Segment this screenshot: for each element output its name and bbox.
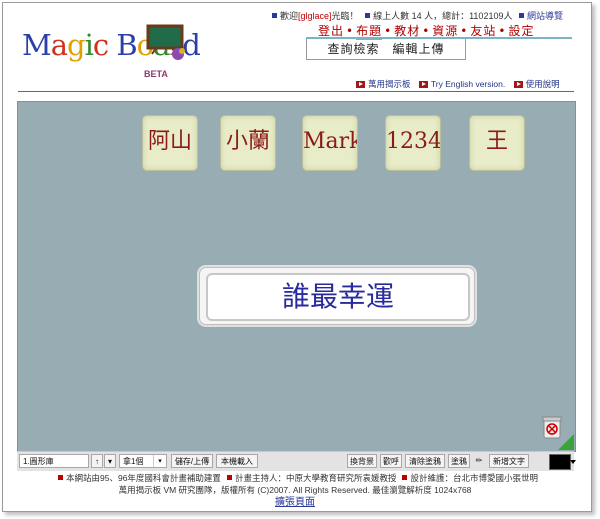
menu-settings[interactable]: 設定 xyxy=(508,24,534,38)
footer: 本網站由95、96年度國科會計畫補助建置 計畫主持人：中原大學教育研究所袁媛教授 設… xyxy=(0,472,590,509)
sub-menu[interactable]: 查詢檢索 編輯上傳 xyxy=(306,39,466,60)
local-load-button[interactable]: 本機載入 xyxy=(216,454,258,468)
pencil-icon[interactable]: ✏ xyxy=(472,454,486,468)
footer-pi: 計畫主持人：中原大學教育研究所袁媛教授 xyxy=(234,473,397,483)
link-message-board[interactable]: 萬用揭示板 xyxy=(368,79,411,89)
site-nav-link[interactable]: 網站導覽 xyxy=(527,11,563,21)
name-card[interactable]: 阿山 xyxy=(142,115,198,171)
link-help[interactable]: 使用說明 xyxy=(526,79,560,89)
footer-funding: 本網站由95、96年度國科會計畫補助建置 xyxy=(66,473,221,483)
take-count-select[interactable]: 拿1個 ▾ xyxy=(119,454,167,468)
board-title: 誰最幸運 xyxy=(206,273,470,321)
welcome-prefix: 歡迎 xyxy=(280,11,299,21)
welcome-suffix: 光臨！ xyxy=(331,11,359,21)
chevron-down-icon[interactable]: ▾ xyxy=(104,454,116,468)
play-icon xyxy=(418,81,428,88)
logo-letter: B xyxy=(116,28,137,62)
name-card[interactable]: Mark xyxy=(302,115,358,171)
logo-letter: i xyxy=(84,28,94,62)
add-text-button[interactable]: 新增文字 xyxy=(489,454,529,468)
bottom-toolbar: 1.圓形庫 ↑ ▾ 拿1個 ▾ 儲存/上傳 本機載入 換背景 歡呼 清除塗鴉 塗鴉… xyxy=(17,451,576,471)
logo-letter: g xyxy=(67,28,86,62)
change-background-button[interactable]: 換背景 xyxy=(347,454,377,468)
quick-links: 萬用揭示板 Try English version. 使用說明 xyxy=(350,78,560,90)
name-card[interactable]: 王 xyxy=(469,115,525,171)
cheer-button[interactable]: 歡呼 xyxy=(380,454,402,468)
menu-materials[interactable]: 教材 xyxy=(394,24,420,38)
name-card[interactable]: 小蘭 xyxy=(220,115,276,171)
menu-resources[interactable]: 資源 xyxy=(432,24,458,38)
resize-corner-icon[interactable] xyxy=(558,434,574,450)
play-icon xyxy=(513,81,523,88)
shape-library-value: 1.圓形庫 xyxy=(23,457,54,466)
welcome-bar: 歡迎[glglace]光臨！ 線上人數 14 人，總計：1102109人 網站導… xyxy=(272,9,563,22)
name-card[interactable]: 1234 xyxy=(385,115,441,171)
menu-friend-sites[interactable]: 友站 xyxy=(470,24,496,38)
header-divider xyxy=(18,91,574,92)
logo-letter: a xyxy=(50,28,68,62)
play-icon xyxy=(356,81,365,88)
footer-maintainer: 設計維護：台北市博愛國小張世明 xyxy=(410,473,538,483)
link-english[interactable]: Try English version. xyxy=(431,79,505,89)
color-picker[interactable] xyxy=(549,454,576,470)
menu-logout[interactable]: 登出 xyxy=(318,24,344,38)
logo-letter: M xyxy=(22,28,52,62)
take-count-value: 拿1個 xyxy=(123,457,144,466)
expand-page-link[interactable]: 擴張頁面 xyxy=(275,497,315,508)
up-button[interactable]: ↑ xyxy=(91,454,103,468)
doodle-button[interactable]: 塗鴉 xyxy=(448,454,470,468)
save-upload-button[interactable]: 儲存/上傳 xyxy=(171,454,213,468)
username-link[interactable]: [glglace] xyxy=(298,11,332,21)
title-card[interactable]: 誰最幸運 xyxy=(199,267,475,325)
online-count: 線上人數 14 人，總計：1102109人 xyxy=(373,11,513,21)
logo-letter: c xyxy=(92,28,109,62)
clear-doodle-button[interactable]: 清除塗鴉 xyxy=(405,454,445,468)
chalkboard-logo-icon xyxy=(146,24,188,62)
shape-library-select[interactable]: 1.圓形庫 xyxy=(19,454,89,468)
footer-copyright: 萬用揭示板 VM 研究團隊，版權所有 (C)2007. All Rights R… xyxy=(118,485,472,495)
